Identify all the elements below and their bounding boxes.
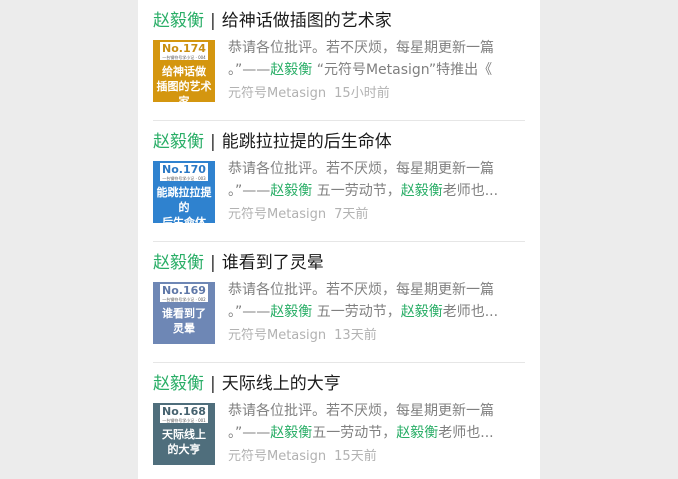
article-item[interactable]: 赵毅衡 | 谁看到了灵晕 No.169 一台钢符号学小记 · 002 谁看到了 灵晕… xyxy=(153,242,525,363)
title-author: 赵毅衡 xyxy=(153,11,204,31)
article-title[interactable]: 赵毅衡 | 天际线上的大亨 xyxy=(153,371,341,397)
article-thumbnail[interactable]: No.170 一台钢符号学小记 · 003 能跳拉拉提的 后生命体 xyxy=(153,161,215,223)
article-meta: 元符号Metasign 13天前 xyxy=(228,325,377,347)
thumbnail-number: No.174 xyxy=(160,42,208,55)
source-account[interactable]: 元符号Metasign xyxy=(228,207,326,222)
title-separator: | xyxy=(210,11,216,31)
highlight-keyword: 赵毅衡 xyxy=(270,183,313,199)
thumbnail-caption: 给神话做 插图的艺术家 xyxy=(156,65,212,102)
publish-time: 15天前 xyxy=(334,449,377,464)
article-summary[interactable]: 恭请各位批评。若不厌烦，每星期更新一篇 。”——赵毅衡五一劳动节，赵毅衡老师也.… xyxy=(228,400,525,444)
article-meta: 元符号Metasign 15天前 xyxy=(228,446,377,468)
title-text: 天际线上的大亨 xyxy=(221,374,341,394)
article-meta: 元符号Metasign 15小时前 xyxy=(228,83,390,105)
summary-line: 恭请各位批评。若不厌烦，每星期更新一篇 xyxy=(228,40,494,56)
article-title[interactable]: 赵毅衡 | 能跳拉拉提的后生命体 xyxy=(153,129,392,155)
summary-line: 恭请各位批评。若不厌烦，每星期更新一篇 xyxy=(228,403,494,419)
highlight-keyword: 赵毅衡 xyxy=(396,425,439,441)
article-thumbnail[interactable]: No.174 一台钢符号学小记 · 004 给神话做 插图的艺术家 xyxy=(153,40,215,102)
summary-line: 恭请各位批评。若不厌烦，每星期更新一篇 xyxy=(228,161,494,177)
title-text: 能跳拉拉提的后生命体 xyxy=(221,132,392,152)
thumbnail-subtitle: 一台钢符号学小记 · 004 xyxy=(160,55,208,60)
title-author: 赵毅衡 xyxy=(153,374,204,394)
highlight-keyword: 赵毅衡 xyxy=(270,62,313,78)
article-thumbnail[interactable]: No.168 一台钢符号学小记 · 001 天际线上 的大亨 xyxy=(153,403,215,465)
thumbnail-number: No.169 xyxy=(160,284,208,297)
thumbnail-caption: 能跳拉拉提的 后生命体 xyxy=(156,186,212,223)
article-thumbnail[interactable]: No.169 一台钢符号学小记 · 002 谁看到了 灵晕 xyxy=(153,282,215,344)
summary-line: 恭请各位批评。若不厌烦，每星期更新一篇 xyxy=(228,282,494,298)
thumbnail-subtitle: 一台钢符号学小记 · 002 xyxy=(160,297,208,302)
title-text: 谁看到了灵晕 xyxy=(221,253,324,273)
title-author: 赵毅衡 xyxy=(153,132,204,152)
article-item[interactable]: 赵毅衡 | 能跳拉拉提的后生命体 No.170 一台钢符号学小记 · 003 能跳拉… xyxy=(153,121,525,242)
article-title[interactable]: 赵毅衡 | 给神话做插图的艺术家 xyxy=(153,8,392,34)
summary-line: 。”——赵毅衡五一劳动节，赵毅衡老师也... xyxy=(228,425,494,441)
article-list: 赵毅衡 | 给神话做插图的艺术家 No.174 一台钢符号学小记 · 004 给神话… xyxy=(138,0,540,479)
title-author: 赵毅衡 xyxy=(153,253,204,273)
highlight-keyword: 赵毅衡 xyxy=(400,304,443,320)
title-separator: | xyxy=(210,374,216,394)
highlight-keyword: 赵毅衡 xyxy=(270,425,313,441)
article-title[interactable]: 赵毅衡 | 谁看到了灵晕 xyxy=(153,250,324,276)
article-summary[interactable]: 恭请各位批评。若不厌烦，每星期更新一篇 。”——赵毅衡 “元符号Metasign… xyxy=(228,37,525,81)
source-account[interactable]: 元符号Metasign xyxy=(228,86,326,101)
title-separator: | xyxy=(210,253,216,273)
highlight-keyword: 赵毅衡 xyxy=(400,183,443,199)
thumbnail-caption: 谁看到了 灵晕 xyxy=(162,307,206,335)
summary-line: 。”——赵毅衡 五一劳动节，赵毅衡老师也... xyxy=(228,183,499,199)
highlight-keyword: 赵毅衡 xyxy=(270,304,313,320)
summary-line: 。”——赵毅衡 “元符号Metasign”特推出《 xyxy=(228,62,493,78)
thumbnail-caption: 天际线上 的大亨 xyxy=(162,428,206,456)
title-text: 给神话做插图的艺术家 xyxy=(221,11,392,31)
thumbnail-number: No.170 xyxy=(160,163,208,176)
summary-line: 。”——赵毅衡 五一劳动节，赵毅衡老师也... xyxy=(228,304,499,320)
article-item[interactable]: 赵毅衡 | 给神话做插图的艺术家 No.174 一台钢符号学小记 · 004 给神话… xyxy=(153,0,525,121)
publish-time: 15小时前 xyxy=(334,86,390,101)
title-separator: | xyxy=(210,132,216,152)
publish-time: 7天前 xyxy=(334,207,369,222)
article-summary[interactable]: 恭请各位批评。若不厌烦，每星期更新一篇 。”——赵毅衡 五一劳动节，赵毅衡老师也… xyxy=(228,279,525,323)
source-account[interactable]: 元符号Metasign xyxy=(228,449,326,464)
thumbnail-subtitle: 一台钢符号学小记 · 003 xyxy=(160,176,208,181)
article-item[interactable]: 赵毅衡 | 天际线上的大亨 No.168 一台钢符号学小记 · 001 天际线上 的… xyxy=(153,363,525,479)
publish-time: 13天前 xyxy=(334,328,377,343)
article-meta: 元符号Metasign 7天前 xyxy=(228,204,368,226)
thumbnail-subtitle: 一台钢符号学小记 · 001 xyxy=(160,418,208,423)
thumbnail-number: No.168 xyxy=(160,405,208,418)
source-account[interactable]: 元符号Metasign xyxy=(228,328,326,343)
article-summary[interactable]: 恭请各位批评。若不厌烦，每星期更新一篇 。”——赵毅衡 五一劳动节，赵毅衡老师也… xyxy=(228,158,525,202)
